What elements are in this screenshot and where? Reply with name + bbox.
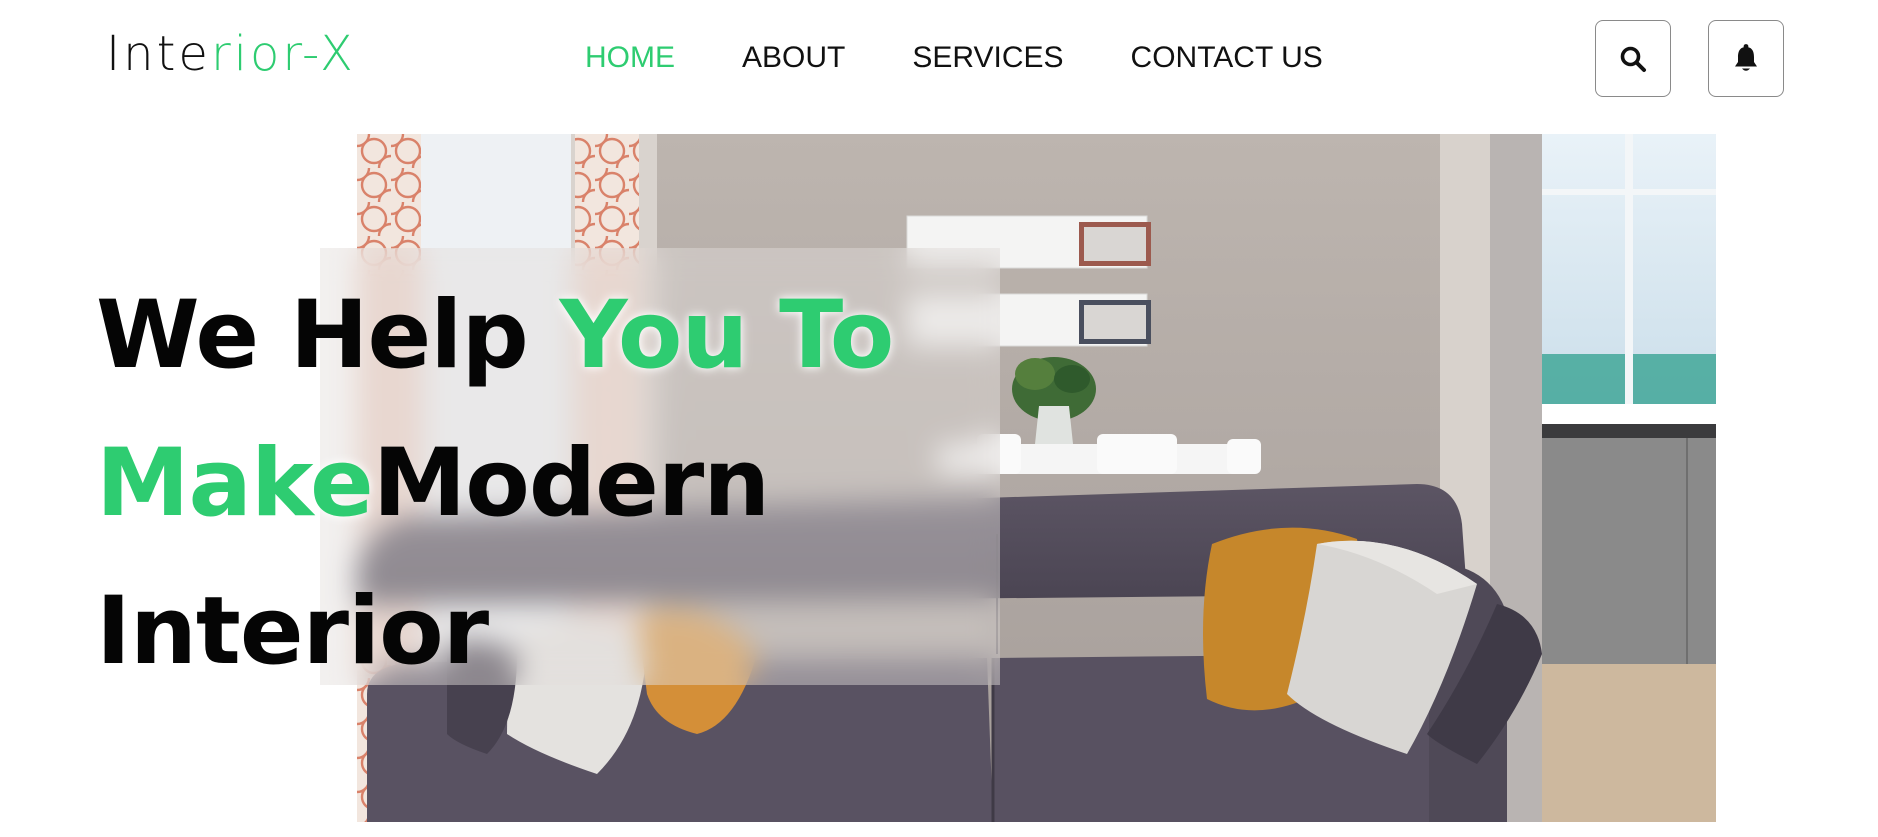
headline-line-3: Interior — [96, 558, 996, 706]
main-nav: HOME ABOUT SERVICES CONTACT US — [585, 40, 1323, 76]
logo-text-part2: rior-X — [210, 26, 356, 82]
headline-highlight: You To — [559, 281, 894, 390]
bell-icon — [1735, 43, 1757, 71]
headline-highlight: Make — [96, 429, 374, 538]
nav-item-services[interactable]: SERVICES — [912, 40, 1063, 76]
headline-line-1: We Help You To — [96, 262, 996, 410]
search-icon — [1620, 46, 1646, 72]
headline-text: We Help — [96, 281, 560, 390]
logo-text-part1: Inte — [106, 26, 211, 82]
nav-item-about[interactable]: ABOUT — [742, 40, 845, 76]
search-button[interactable] — [1595, 20, 1671, 97]
brand-logo[interactable]: Interior-X — [106, 30, 356, 78]
notifications-button[interactable] — [1708, 20, 1784, 97]
headline-text: Interior — [96, 577, 489, 686]
headline-text: Modern — [372, 429, 770, 538]
hero-headline: We Help You To MakeModern Interior — [96, 262, 996, 706]
nav-item-contact[interactable]: CONTACT US — [1131, 40, 1323, 76]
headline-line-2: MakeModern — [96, 410, 996, 558]
nav-item-home[interactable]: HOME — [585, 40, 675, 76]
